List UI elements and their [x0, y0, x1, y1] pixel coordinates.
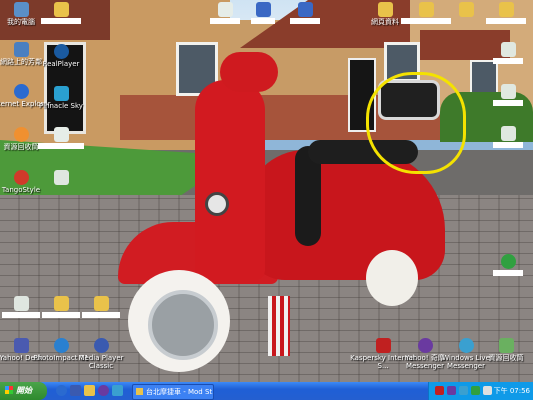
document-icon: [53, 127, 69, 142]
desktop-icon-doc1[interactable]: [26, 2, 96, 24]
taskbar-window-button[interactable]: 台北摩捷車 - Mod St...: [132, 384, 214, 400]
app-icon: [500, 254, 516, 269]
desktop-icon-right-app[interactable]: [473, 254, 533, 276]
masked-label: [493, 100, 523, 106]
taskbar: 開始 台北摩捷車 - Mod St... 下午 07:56: [0, 382, 533, 400]
desktop-icon-doc2[interactable]: [26, 127, 96, 149]
masked-label: [486, 18, 526, 24]
yahoo-tray-icon[interactable]: [447, 386, 456, 395]
kaspersky-tray-icon[interactable]: [435, 386, 444, 395]
desktop-icon-recycle-bin[interactable]: 資源回收筒: [471, 338, 533, 362]
document-icon: [500, 42, 516, 57]
word-doc-icon: [255, 2, 271, 17]
yellow-highlight-circle: [366, 72, 466, 174]
document-icon: [53, 170, 69, 185]
media-player-icon: [93, 338, 109, 353]
masked-label: [41, 18, 81, 24]
messenger-tray-icon[interactable]: [459, 386, 468, 395]
document-icon: [500, 84, 516, 99]
recycle-bin-icon: [498, 338, 514, 353]
desktop-icon-shortcut2[interactable]: [66, 296, 136, 318]
system-tray: 下午 07:56: [428, 382, 533, 400]
masked-label: [493, 270, 523, 276]
folder-icon: [498, 2, 514, 17]
windows-logo-icon: [5, 386, 13, 394]
start-button[interactable]: 開始: [0, 382, 47, 400]
clock[interactable]: 下午 07:56: [494, 382, 530, 400]
realplayer-icon: [53, 44, 69, 59]
masked-label: [38, 143, 84, 149]
folder-icon: [53, 2, 69, 17]
desktop-icon-sky[interactable]: Pinnacle Sky: [26, 86, 96, 110]
desktop: 我的電腦 網路上的芳鄰 Internet Explorer 資源回收筒 Tang…: [0, 0, 533, 382]
quick-launch-folder-icon[interactable]: [84, 385, 95, 396]
network-tray-icon[interactable]: [471, 386, 480, 395]
kaspersky-icon: [375, 338, 391, 353]
masked-label: [493, 142, 523, 148]
folder-icon: [136, 388, 143, 395]
quick-launch-desktop-icon[interactable]: [112, 385, 123, 396]
quick-launch-messenger-icon[interactable]: [98, 385, 109, 396]
desktop-icon-doc6[interactable]: [270, 2, 340, 24]
desktop-icon-doc3[interactable]: [26, 170, 96, 186]
desktop-icon-note1[interactable]: [473, 42, 533, 64]
quick-launch-media-icon[interactable]: [70, 385, 81, 396]
masked-label: [82, 312, 120, 318]
folder-icon: [93, 296, 109, 311]
word-doc-icon: [297, 2, 313, 17]
desktop-icon-doc9[interactable]: [471, 2, 533, 24]
sky-icon: [53, 86, 69, 101]
desktop-icon-note3[interactable]: [473, 126, 533, 148]
volume-tray-icon[interactable]: [483, 386, 492, 395]
document-icon: [500, 126, 516, 141]
masked-label: [493, 58, 523, 64]
desktop-icon-note2[interactable]: [473, 84, 533, 106]
desktop-icon-media-player[interactable]: Media Player Classic: [66, 338, 136, 370]
desktop-icon-realplayer[interactable]: RealPlayer: [26, 44, 96, 68]
masked-label: [401, 18, 451, 24]
quick-launch-ie-icon[interactable]: [56, 385, 67, 396]
masked-label: [290, 18, 320, 24]
